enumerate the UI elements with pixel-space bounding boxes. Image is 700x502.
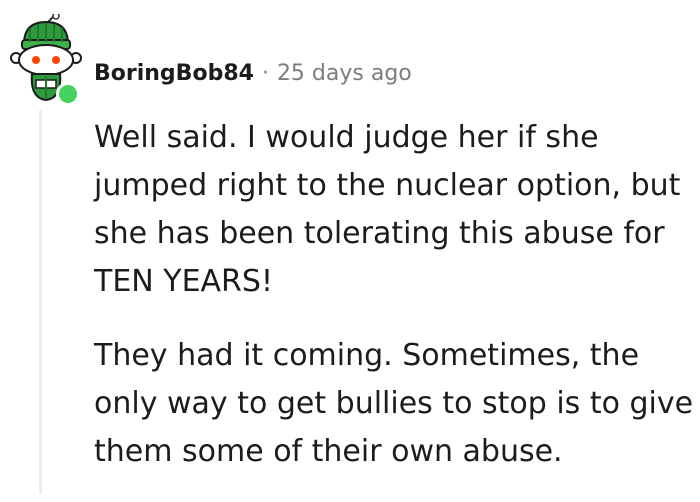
thread-line[interactable]	[39, 110, 42, 494]
comment-body: Well said. I would judge her if she jump…	[94, 114, 694, 502]
comment-header: BoringBob84 · 25 days ago	[94, 58, 412, 90]
avatar[interactable]	[10, 12, 82, 106]
online-status-icon	[56, 82, 80, 106]
meta-separator: ·	[261, 61, 269, 86]
author-username[interactable]: BoringBob84	[94, 58, 254, 90]
comment-paragraph: Well said. I would judge her if she jump…	[94, 120, 681, 299]
comment-paragraph: They had it coming. Sometimes, the only …	[94, 338, 694, 469]
comment-timestamp[interactable]: 25 days ago	[277, 58, 412, 90]
